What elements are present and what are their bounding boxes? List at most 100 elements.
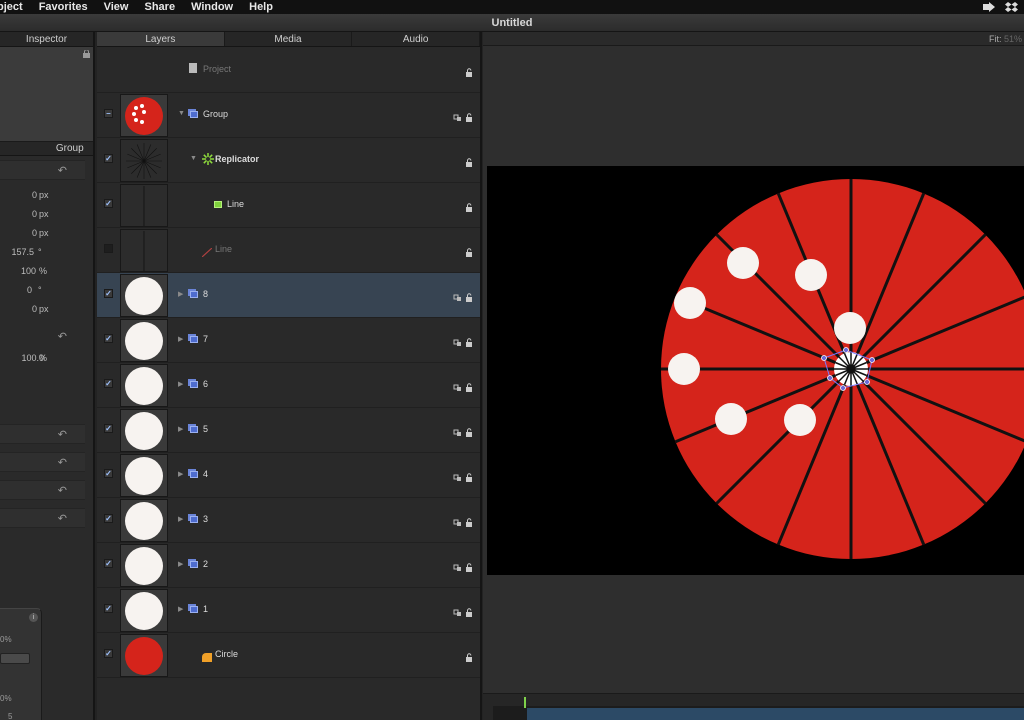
- anchor-row[interactable]: 0 px: [0, 300, 93, 319]
- layer-name[interactable]: Line: [227, 199, 244, 209]
- layer-name[interactable]: 6: [203, 379, 208, 389]
- disclosure-closed-icon[interactable]: ▶: [178, 560, 183, 568]
- lock-icon[interactable]: [453, 559, 475, 572]
- transform-section-header[interactable]: ↶: [0, 160, 85, 180]
- menu-share[interactable]: Share: [136, 0, 183, 14]
- transform-handle[interactable]: [827, 375, 833, 381]
- transform-handle[interactable]: [864, 379, 870, 385]
- reset-arrow-icon[interactable]: ↶: [58, 484, 67, 497]
- shear-value[interactable]: 0: [27, 285, 32, 295]
- lock-icon[interactable]: [453, 289, 475, 302]
- position-z-value[interactable]: 0: [32, 228, 37, 238]
- layer-enable-checkbox[interactable]: ✓: [104, 154, 113, 163]
- position-y-row[interactable]: 0 px: [0, 205, 93, 224]
- layer-enable-checkbox[interactable]: ✓: [104, 559, 113, 568]
- tab-inspector[interactable]: Inspector: [0, 32, 93, 47]
- section-header-3[interactable]: ↶: [0, 480, 85, 500]
- layer-row[interactable]: ✓ Circle: [97, 633, 480, 678]
- transform-handle[interactable]: [843, 347, 849, 353]
- lock-icon[interactable]: [453, 604, 475, 617]
- layer-name[interactable]: 7: [203, 334, 208, 344]
- layer-name[interactable]: 1: [203, 604, 208, 614]
- layer-enable-checkbox[interactable]: ✓: [104, 289, 113, 298]
- white-dot[interactable]: [668, 353, 700, 385]
- disclosure-closed-icon[interactable]: ▶: [178, 425, 183, 433]
- tab-group[interactable]: Group: [47, 142, 94, 155]
- disclosure-closed-icon[interactable]: ▶: [178, 605, 183, 613]
- layer-row[interactable]: Project: [97, 48, 480, 93]
- layer-enable-checkbox[interactable]: ✓: [104, 379, 113, 388]
- layer-row[interactable]: ✓ ▶ 2: [97, 543, 480, 588]
- layer-name[interactable]: Replicator: [215, 154, 259, 164]
- hud-dropdown[interactable]: [0, 653, 30, 664]
- layer-row[interactable]: ✓ ▼ Replicator: [97, 138, 480, 183]
- layer-enable-checkbox[interactable]: –: [104, 109, 113, 118]
- layer-name[interactable]: Project: [203, 64, 231, 74]
- rotation-row[interactable]: 157.5 °: [0, 243, 93, 262]
- layer-name[interactable]: 4: [203, 469, 208, 479]
- layer-enable-checkbox[interactable]: ✓: [104, 199, 113, 208]
- white-dot[interactable]: [727, 247, 759, 279]
- layer-enable-checkbox[interactable]: ✓: [104, 604, 113, 613]
- reset-arrow-icon[interactable]: ↶: [58, 456, 67, 469]
- layer-row[interactable]: – ▼ Group: [97, 93, 480, 138]
- lock-icon[interactable]: [453, 64, 475, 77]
- layer-enable-checkbox[interactable]: ✓: [104, 514, 113, 523]
- section-header-2[interactable]: ↶: [0, 452, 85, 472]
- white-dot[interactable]: [834, 312, 866, 344]
- tab-audio[interactable]: Audio: [352, 32, 481, 46]
- layer-row[interactable]: ✓ ▶ 5: [97, 408, 480, 453]
- zoom-readout[interactable]: Fit: 51%: [989, 34, 1022, 44]
- scale-value[interactable]: 100: [21, 266, 36, 276]
- disclosure-open-icon[interactable]: ▼: [190, 155, 197, 162]
- reset-arrow-icon[interactable]: ↶: [58, 164, 67, 177]
- dropbox-icon[interactable]: [1005, 2, 1018, 12]
- reset-arrow-icon[interactable]: ↶: [58, 512, 67, 525]
- section-header-4[interactable]: ↶: [0, 508, 85, 528]
- menu-favorites[interactable]: Favorites: [31, 0, 96, 14]
- disclosure-closed-icon[interactable]: ▶: [178, 290, 183, 298]
- layer-name[interactable]: Circle: [215, 649, 238, 659]
- lock-icon[interactable]: [453, 469, 475, 482]
- reset-arrow-icon[interactable]: ↶: [58, 428, 67, 441]
- layer-row[interactable]: ✓ ▶ 6: [97, 363, 480, 408]
- lock-icon[interactable]: [453, 514, 475, 527]
- shear-row[interactable]: 0 °: [0, 281, 93, 300]
- scale-row[interactable]: 100%: [0, 262, 93, 281]
- layer-name[interactable]: Line: [215, 244, 232, 254]
- share-arrow-icon[interactable]: [982, 2, 996, 12]
- lock-icon[interactable]: [453, 424, 475, 437]
- timeline-clip[interactable]: [527, 708, 1024, 720]
- lock-icon[interactable]: [453, 649, 475, 662]
- white-dot[interactable]: [784, 404, 816, 436]
- tab-properties[interactable]: [0, 142, 47, 155]
- lock-icon[interactable]: [83, 50, 90, 58]
- position-y-value[interactable]: 0: [32, 209, 37, 219]
- layer-enable-checkbox[interactable]: ✓: [104, 649, 113, 658]
- layer-name[interactable]: 2: [203, 559, 208, 569]
- position-z-row[interactable]: 0 px: [0, 224, 93, 243]
- tab-media[interactable]: Media: [224, 32, 353, 46]
- lock-icon[interactable]: [453, 199, 475, 212]
- layer-row[interactable]: ✓ Line: [97, 183, 480, 228]
- layer-enable-checkbox[interactable]: ✓: [104, 334, 113, 343]
- blending-section-header[interactable]: ↶: [0, 327, 85, 347]
- menu-help[interactable]: Help: [241, 0, 281, 14]
- transform-handle[interactable]: [869, 357, 875, 363]
- lock-icon[interactable]: [453, 244, 475, 257]
- layer-row[interactable]: ✓ ▶ 8: [97, 273, 480, 318]
- layer-row[interactable]: ✓ ▶ 1: [97, 588, 480, 633]
- lock-icon[interactable]: [453, 154, 475, 167]
- playhead[interactable]: [524, 697, 526, 708]
- layer-name[interactable]: Group: [203, 109, 228, 119]
- disclosure-closed-icon[interactable]: ▶: [178, 515, 183, 523]
- canvas-view[interactable]: [487, 166, 1024, 575]
- layer-name[interactable]: 3: [203, 514, 208, 524]
- layer-name[interactable]: 8: [203, 289, 208, 299]
- menu-view[interactable]: View: [96, 0, 137, 14]
- layer-row[interactable]: ✓ ▶ 7: [97, 318, 480, 363]
- white-dot[interactable]: [674, 287, 706, 319]
- layer-row[interactable]: Line: [97, 228, 480, 273]
- disclosure-open-icon[interactable]: ▼: [178, 110, 185, 117]
- lock-icon[interactable]: [453, 379, 475, 392]
